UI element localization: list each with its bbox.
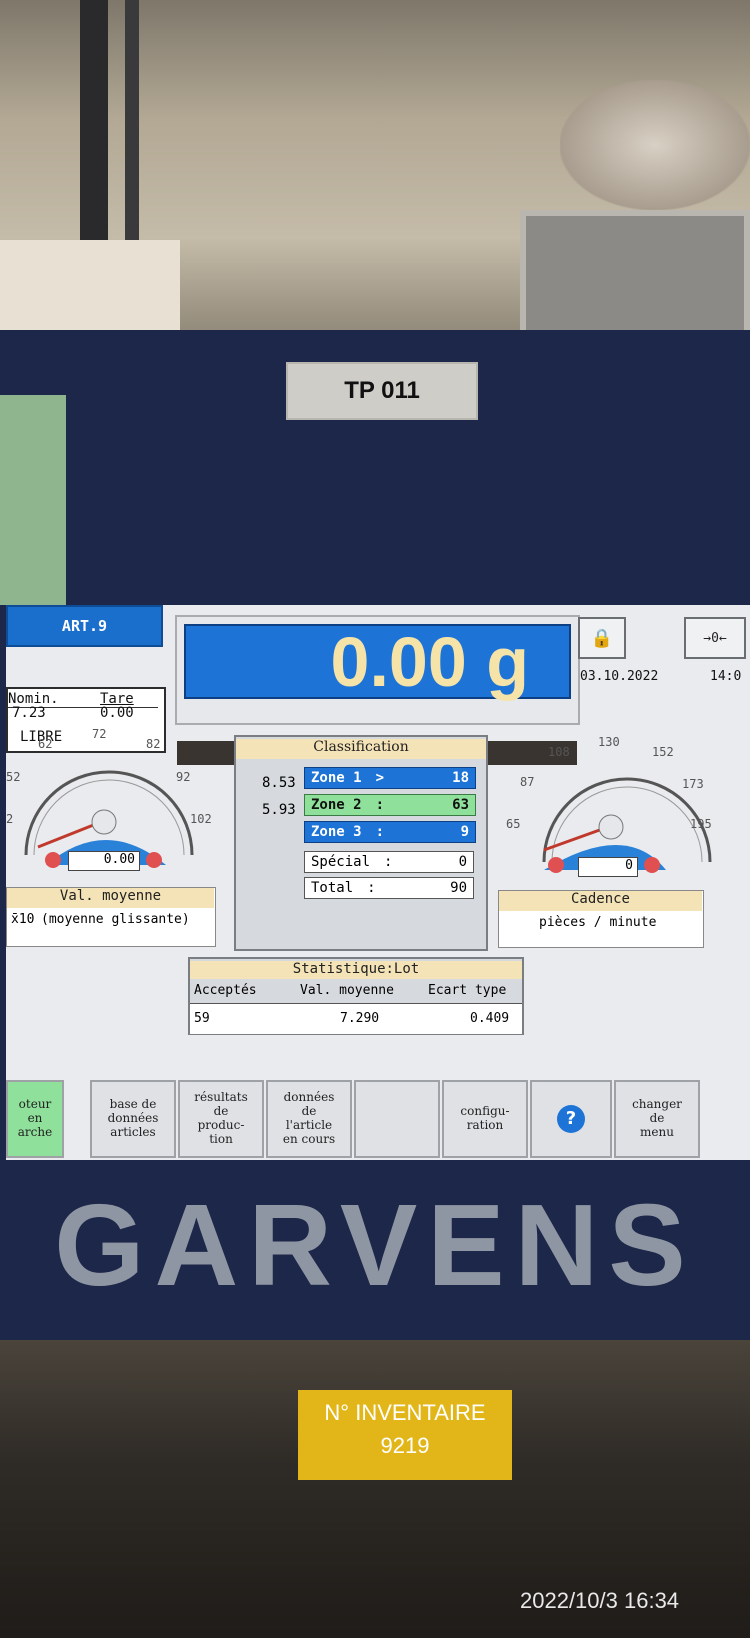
gauge-tick: 2 — [6, 812, 14, 826]
gauge-tick: 108 — [548, 745, 570, 759]
total-value: 90 — [450, 880, 467, 896]
checkweigher-screen: ART.9 Nomin. Tare 7.23 0.00 LIBRE 0.00 g… — [6, 605, 750, 1160]
help-icon: ? — [557, 1105, 585, 1133]
gauge-tick: 92 — [176, 770, 191, 784]
gauge-tick: 72 — [92, 727, 107, 741]
stat-mean: 7.290 — [340, 1011, 380, 1026]
time-text: 14:0 — [710, 669, 742, 684]
zone-count: 63 — [452, 797, 469, 813]
help-button[interactable]: ? — [530, 1080, 612, 1158]
stat-accepted: 59 — [194, 1011, 210, 1026]
article-database-button[interactable]: base de données articles — [90, 1080, 176, 1158]
gauge-tick: 102 — [190, 812, 212, 826]
article-button[interactable]: ART.9 — [6, 605, 163, 647]
inventory-title: N° INVENTAIRE — [324, 1400, 486, 1425]
background-cabinet — [520, 210, 750, 340]
inventory-number: 9219 — [380, 1433, 430, 1458]
statistics-panel: Statistique:Lot Acceptés Val. moyenne Ec… — [188, 957, 524, 1035]
zone-name: Zone 2 — [311, 797, 362, 813]
stat-values-row: 59 7.290 0.409 — [190, 1003, 522, 1034]
mean-label-sub: (moyenne glissante) — [41, 912, 190, 927]
stat-header: Val. moyenne — [300, 983, 394, 998]
mean-label-prefix: x̄10 — [11, 912, 35, 927]
background-bag — [560, 80, 750, 210]
gauge-tick: 195 — [690, 817, 712, 831]
total-label: Total — [311, 880, 354, 896]
special-sep: : — [384, 854, 393, 870]
special-value: 0 — [458, 854, 467, 870]
mean-label-box: Val. moyenne x̄10 (moyenne glissante) — [6, 887, 216, 947]
zone-2-row: Zone 2 : 63 — [304, 794, 476, 816]
empty-softkey[interactable] — [354, 1080, 440, 1158]
zero-icon: →0← — [703, 630, 727, 646]
gauge-tick: 52 — [6, 770, 21, 784]
zone-count: 9 — [460, 824, 469, 840]
zone-1-row: Zone 1 > 18 — [304, 767, 476, 789]
change-menu-button[interactable]: changer de menu — [614, 1080, 700, 1158]
zero-button[interactable]: →0← — [684, 617, 746, 659]
date-text: 03.10.2022 — [580, 669, 659, 684]
production-results-button[interactable]: résultats de produc- tion — [178, 1080, 264, 1158]
zone-name: Zone 3 — [311, 824, 362, 840]
gauge-tick: 130 — [598, 735, 620, 749]
zone-sep: : — [375, 824, 385, 840]
zone-count: 18 — [452, 770, 469, 786]
stat-header: Acceptés — [194, 983, 257, 998]
lock-button[interactable]: 🔒 — [578, 617, 626, 659]
total-sep: : — [367, 880, 376, 896]
background-pole — [125, 0, 139, 240]
photo-timestamp: 2022/10/3 16:34 — [520, 1588, 680, 1613]
sticky-note — [0, 395, 66, 605]
zone-name: Zone 1 — [311, 770, 362, 786]
motor-running-button[interactable]: oteur en arche — [6, 1080, 64, 1158]
zone-limit: 5.93 — [262, 802, 296, 818]
zone-sep: : — [375, 797, 385, 813]
mean-gauge-value: 0.00 — [68, 851, 140, 871]
background-pole — [80, 0, 108, 240]
gauge-tick: 82 — [146, 737, 161, 751]
cadence-label-title: Cadence — [499, 891, 702, 911]
cadence-gauge-value: 0 — [578, 857, 638, 877]
zone-3-row: Zone 3 : 9 — [304, 821, 476, 843]
gauge-tick: 152 — [652, 745, 674, 759]
weight-value: 0.00 g — [184, 623, 571, 701]
stat-header: Ecart type — [428, 983, 507, 998]
gauge-tick: 62 — [38, 737, 53, 751]
cadence-label-box: Cadence pièces / minute — [498, 890, 704, 948]
stat-stddev: 0.409 — [470, 1011, 510, 1026]
zone-limit: 8.53 — [262, 775, 296, 791]
device-label: TP 011 — [286, 362, 478, 420]
statistics-title: Statistique:Lot — [190, 961, 522, 979]
current-article-data-button[interactable]: données de l'article en cours — [266, 1080, 352, 1158]
inventory-label: N° INVENTAIRE 9219 — [298, 1390, 512, 1480]
lock-icon: 🔒 — [590, 627, 614, 649]
weight-display: 0.00 g — [175, 615, 580, 765]
mean-label-title: Val. moyenne — [7, 888, 214, 908]
background-box — [0, 240, 180, 335]
gauge-tick: 65 — [506, 817, 521, 831]
nominal-value: 7.23 — [12, 705, 46, 721]
cadence-label-sub: pièces / minute — [539, 915, 657, 930]
zone-sep: > — [375, 770, 385, 786]
classification-title: Classification — [236, 739, 486, 759]
special-label: Spécial — [311, 854, 371, 870]
special-row: Spécial : 0 — [304, 851, 474, 873]
configuration-button[interactable]: configu- ration — [442, 1080, 528, 1158]
brand-logo: GARVENS — [54, 1180, 696, 1310]
gauge-tick: 173 — [682, 777, 704, 791]
total-row: Total : 90 — [304, 877, 474, 899]
tare-value: 0.00 — [100, 705, 134, 721]
gauge-tick: 87 — [520, 775, 535, 789]
